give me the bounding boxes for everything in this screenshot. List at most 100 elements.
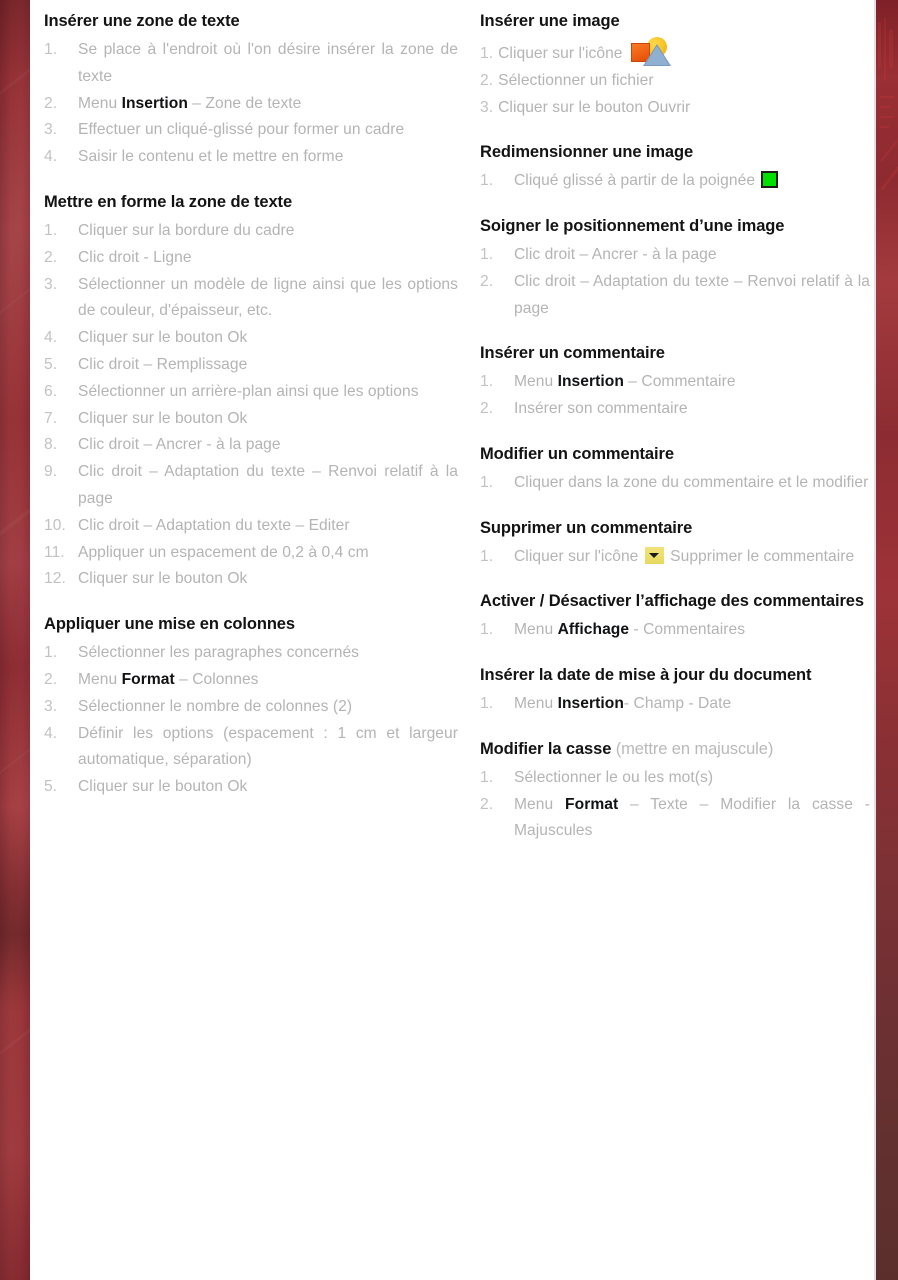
content-section: Mettre en forme la zone de texte Cliquer … — [44, 191, 458, 593]
step-text: Menu — [514, 621, 558, 639]
step-text: Menu — [78, 671, 122, 689]
document-page: Insérer une zone de texte Se place à l'en… — [30, 0, 876, 1280]
step-text: Menu — [78, 94, 122, 112]
green-handle-icon — [761, 171, 779, 189]
section-heading-text: Insérer une zone de texte — [44, 12, 240, 30]
image-insert-icon — [629, 36, 673, 67]
step-text: Cliquer sur l'icône — [498, 44, 627, 62]
step-item: Sélectionner le ou les mot(s) — [480, 765, 870, 792]
content-section: Insérer une zone de texte Se place à l'en… — [44, 10, 458, 171]
content-section: Insérer la date de mise à jour du docume… — [480, 664, 870, 718]
step-item: Se place à l'endroit où l'on désire insé… — [44, 37, 458, 91]
content-section: Insérer une image Cliquer sur l'icône Sél… — [480, 10, 870, 121]
step-text: - Champ - Date — [623, 695, 732, 713]
step-item: Clic droit – Adaptation du texte – Edite… — [44, 513, 458, 540]
step-text: Insérer son commentaire — [514, 400, 688, 418]
step-text: – Zone de texte — [187, 94, 302, 112]
step-emphasis: Insertion — [557, 373, 624, 391]
step-text: Cliqué glissé à partir de la poignée — [514, 172, 760, 190]
step-item: Clic droit – Remplissage — [44, 352, 458, 379]
section-heading-text: Soigner le positionnement d’une image — [480, 217, 785, 236]
section-heading-text: Insérer une image — [480, 12, 620, 30]
content-section: Appliquer une mise en colonnes Sélectionn… — [44, 613, 458, 801]
step-text: Clic droit - Ligne — [78, 248, 192, 266]
step-text: Sélectionner un arrière-plan ainsi que l… — [78, 382, 419, 400]
numbered-step-list: Cliquer sur la bordure du cadre Clic droi… — [44, 218, 458, 593]
step-item: Sélectionner un modèle de ligne ainsi qu… — [44, 272, 458, 326]
step-item: Cliquer sur le bouton Ok — [44, 406, 458, 433]
step-item: Clic droit – Ancrer - à la page — [480, 242, 870, 269]
content-section: Insérer un commentaire Menu Insertion – C… — [480, 342, 870, 423]
step-item: Cliquer sur le bouton Ouvrir — [480, 95, 870, 122]
section-heading: Activer / Désactiver l’affichage des com… — [480, 590, 870, 613]
step-text: Appliquer un espacement de 0,2 à 0,4 cm — [78, 543, 369, 561]
content-section: Supprimer un commentaire Cliquer sur l'ic… — [480, 517, 870, 571]
step-text: Cliquer sur le bouton Ok — [78, 329, 248, 347]
section-heading: Redimensionner une image — [480, 141, 870, 164]
section-heading: Soigner le positionnement d’une image — [480, 215, 870, 238]
step-text: Sélectionner le nombre de colonnes (2) — [78, 697, 353, 715]
step-emphasis: Affichage — [557, 621, 630, 639]
step-text: Sélectionner les paragraphes concernés — [78, 644, 360, 662]
content-section: Soigner le positionnement d’une image Cli… — [480, 215, 870, 322]
step-item: Menu Insertion- Champ - Date — [480, 691, 870, 718]
step-item: Sélectionner un arrière-plan ainsi que l… — [44, 379, 458, 406]
numbered-step-list: Menu Affichage - Commentaires — [480, 617, 870, 644]
step-text: Cliquer dans la zone du commentaire et l… — [514, 473, 869, 491]
step-item: Saisir le contenu et le mettre en forme — [44, 144, 458, 171]
numbered-step-list: Clic droit – Ancrer - à la page Clic droi… — [480, 242, 870, 322]
step-text: - Commentaires — [629, 621, 746, 639]
step-item: Cliquer sur le bouton Ok — [44, 325, 458, 352]
content-section: Modifier la casse (mettre en majuscule) S… — [480, 738, 870, 845]
section-heading: Appliquer une mise en colonnes — [44, 613, 458, 636]
section-heading: Modifier la casse (mettre en majuscule) — [480, 738, 870, 761]
step-text: Cliquer sur le bouton Ok — [78, 570, 248, 588]
step-item: Cliquer dans la zone du commentaire et l… — [480, 470, 870, 497]
step-text: – Colonnes — [174, 671, 259, 689]
step-emphasis: Insertion — [557, 695, 624, 713]
step-emphasis: Insertion — [121, 94, 188, 112]
section-heading: Insérer une image — [480, 10, 870, 33]
step-item: Menu Insertion – Commentaire — [480, 369, 870, 396]
section-heading-text: Insérer la date de mise à jour du docume… — [480, 666, 812, 685]
numbered-step-list: Cliqué glissé à partir de la poignée — [480, 168, 870, 195]
step-text: Clic droit – Adaptation du texte – Renvo… — [514, 272, 870, 317]
right-page-edge-texture — [876, 0, 898, 320]
section-heading-text: Mettre en forme la zone de texte — [44, 192, 293, 211]
step-text: Menu — [514, 373, 558, 391]
content-section: Redimensionner une image Cliqué glissé à … — [480, 141, 870, 195]
left-page-edge-texture — [0, 0, 30, 1280]
step-item: Sélectionner un fichier — [480, 68, 870, 95]
step-text: Sélectionner un modèle de ligne ainsi qu… — [78, 275, 458, 320]
section-heading-text: Redimensionner une image — [480, 143, 694, 162]
step-text: Sélectionner le ou les mot(s) — [514, 768, 714, 786]
numbered-step-list: Sélectionner les paragraphes concernés Me… — [44, 640, 458, 801]
step-item: Cliquer sur l'icône — [480, 36, 870, 68]
step-item: Menu Affichage - Commentaires — [480, 617, 870, 644]
step-text: Menu — [514, 795, 566, 813]
step-emphasis: Format — [565, 795, 619, 813]
step-item: Menu Format – Colonnes — [44, 667, 458, 694]
right-column: Insérer une image Cliquer sur l'icône Sél… — [470, 10, 876, 1280]
section-heading-text: Insérer un commentaire — [480, 344, 665, 363]
step-item: Menu Insertion – Zone de texte — [44, 91, 458, 118]
step-text: Cliquer sur le bouton Ok — [78, 778, 248, 796]
section-heading: Mettre en forme la zone de texte — [44, 191, 458, 214]
step-text: Clic droit – Ancrer - à la page — [514, 246, 717, 264]
section-heading: Modifier un commentaire — [480, 443, 870, 466]
step-item: Clic droit - Ligne — [44, 245, 458, 272]
step-text: Effectuer un cliqué-glissé pour former u… — [78, 121, 405, 139]
step-text: Menu — [514, 695, 558, 713]
step-item: Appliquer un espacement de 0,2 à 0,4 cm — [44, 540, 458, 567]
step-text: Clic droit – Adaptation du texte – Renvo… — [78, 463, 458, 508]
step-item: Cliquer sur l'icône Supprimer le comment… — [480, 544, 870, 571]
step-item: Sélectionner les paragraphes concernés — [44, 640, 458, 667]
step-item: Cliquer sur le bouton Ok — [44, 774, 458, 801]
step-text: Supprimer le commentaire — [665, 547, 855, 565]
step-item: Cliqué glissé à partir de la poignée — [480, 168, 870, 195]
left-column: Insérer une zone de texte Se place à l'en… — [30, 10, 470, 1280]
section-heading-text: Activer / Désactiver l’affichage des com… — [480, 592, 864, 611]
step-item: Sélectionner le nombre de colonnes (2) — [44, 694, 458, 721]
numbered-step-list: Cliquer dans la zone du commentaire et l… — [480, 470, 870, 497]
step-item: Menu Format – Texte – Modifier la casse … — [480, 792, 870, 846]
